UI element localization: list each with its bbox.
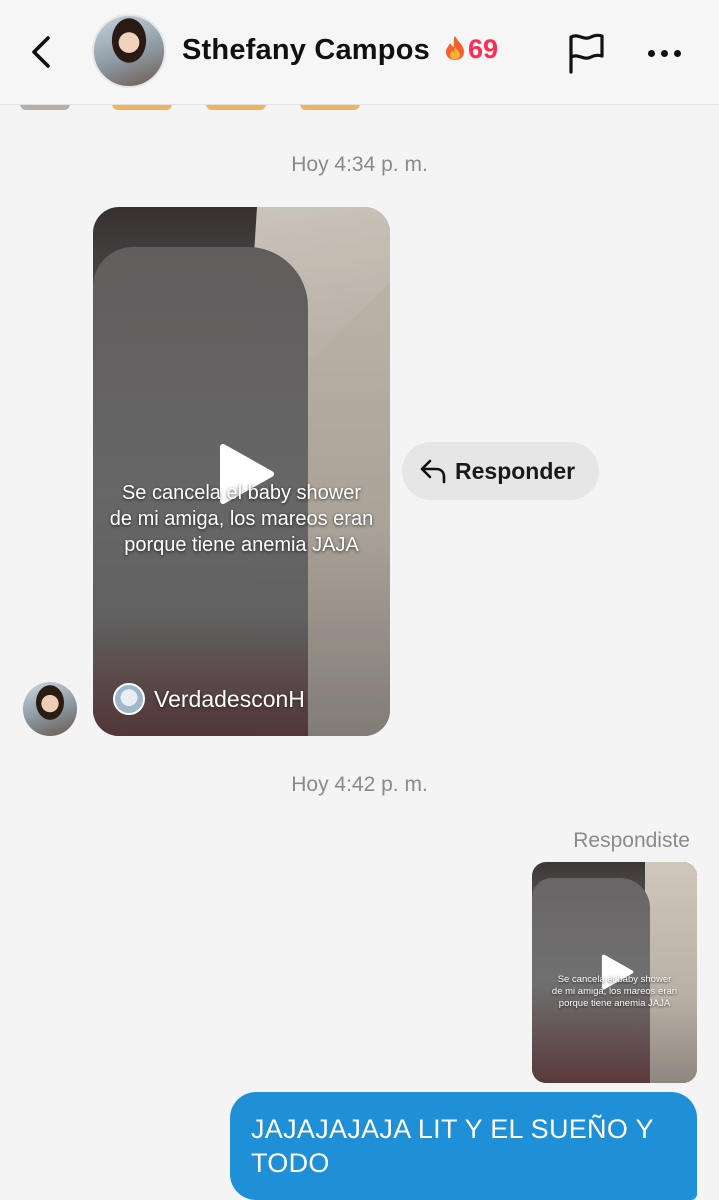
replied-label: Respondiste	[573, 829, 690, 852]
contact-avatar[interactable]	[92, 14, 166, 88]
replied-video-preview[interactable]: Se cancela el baby shower de mi amiga, l…	[532, 862, 697, 1083]
sent-message[interactable]: JAJAJAJAJA LIT Y EL SUEÑO Y TODO	[230, 1092, 697, 1200]
back-button[interactable]	[22, 32, 62, 72]
message-timestamp: Hoy 4:42 p. m.	[291, 773, 428, 796]
author-avatar	[113, 683, 145, 715]
chat-header: Sthefany Campos 69	[0, 0, 719, 105]
streak-count: 69	[468, 34, 499, 64]
flame-icon	[446, 36, 464, 60]
reply-icon	[420, 459, 446, 484]
more-icon	[648, 50, 655, 57]
report-button[interactable]	[566, 32, 606, 74]
video-caption: Se cancela el baby shower de mi amiga, l…	[109, 482, 374, 556]
sender-avatar[interactable]	[23, 682, 77, 736]
flag-icon	[569, 33, 604, 74]
streak-badge: 69	[444, 34, 498, 65]
shared-video[interactable]: Se cancela el baby shower de mi amiga, l…	[93, 207, 390, 736]
reply-label: Responder	[455, 457, 576, 484]
video-caption: Se cancela el baby shower de mi amiga, l…	[551, 974, 678, 1009]
contact-name[interactable]: Sthefany Campos	[182, 34, 430, 67]
back-icon	[32, 36, 50, 68]
reply-button[interactable]: Responder	[402, 442, 599, 500]
message-timestamp: Hoy 4:34 p. m.	[291, 153, 428, 176]
video-author[interactable]: VerdadesconH	[113, 681, 305, 717]
author-name: VerdadesconH	[154, 685, 305, 712]
more-button[interactable]	[648, 44, 688, 60]
